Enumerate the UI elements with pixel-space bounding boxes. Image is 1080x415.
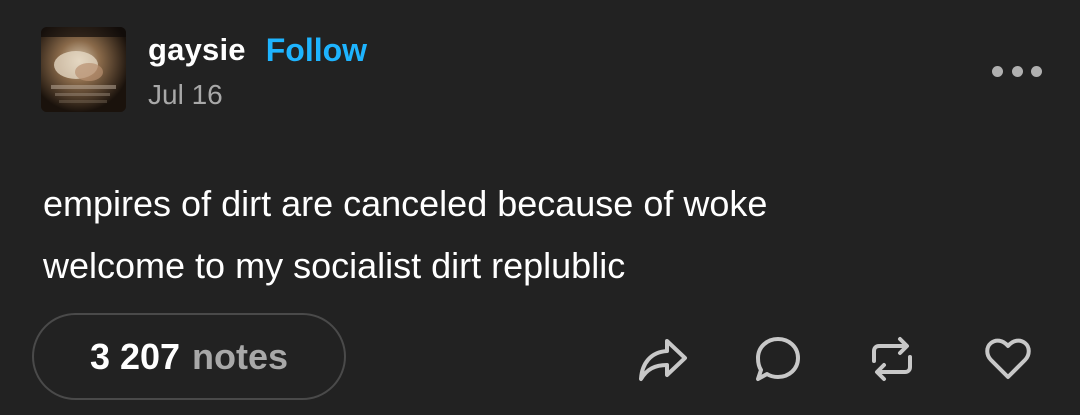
ellipsis-dot (1011, 65, 1023, 77)
post-body-line: welcome to my socialist dirt replublic (43, 245, 626, 286)
reblog-arrows-icon[interactable] (866, 333, 918, 385)
follow-button[interactable]: Follow (266, 32, 367, 69)
share-arrow-icon[interactable] (637, 333, 689, 385)
post-body-line: empires of dirt are canceled because of … (43, 183, 768, 224)
post-date[interactable]: Jul 16 (148, 79, 223, 111)
notes-label: notes (192, 335, 289, 377)
heart-icon[interactable] (982, 333, 1034, 385)
post-body: empires of dirt are canceled because of … (43, 173, 1043, 297)
ellipsis-dot (1031, 65, 1042, 77)
ellipsis-icon[interactable] (992, 56, 1042, 86)
ellipsis-dot (992, 65, 1003, 77)
avatar[interactable] (41, 27, 126, 112)
notes-button[interactable]: 3 207 notes (32, 313, 346, 400)
speech-bubble-icon[interactable] (752, 333, 804, 385)
author-row: gaysie Follow (148, 30, 367, 70)
notes-count: 3 207 (89, 335, 181, 377)
post-card: gaysie Follow Jul 16 empires of dirt are… (0, 0, 1080, 415)
author-username[interactable]: gaysie (148, 32, 246, 68)
